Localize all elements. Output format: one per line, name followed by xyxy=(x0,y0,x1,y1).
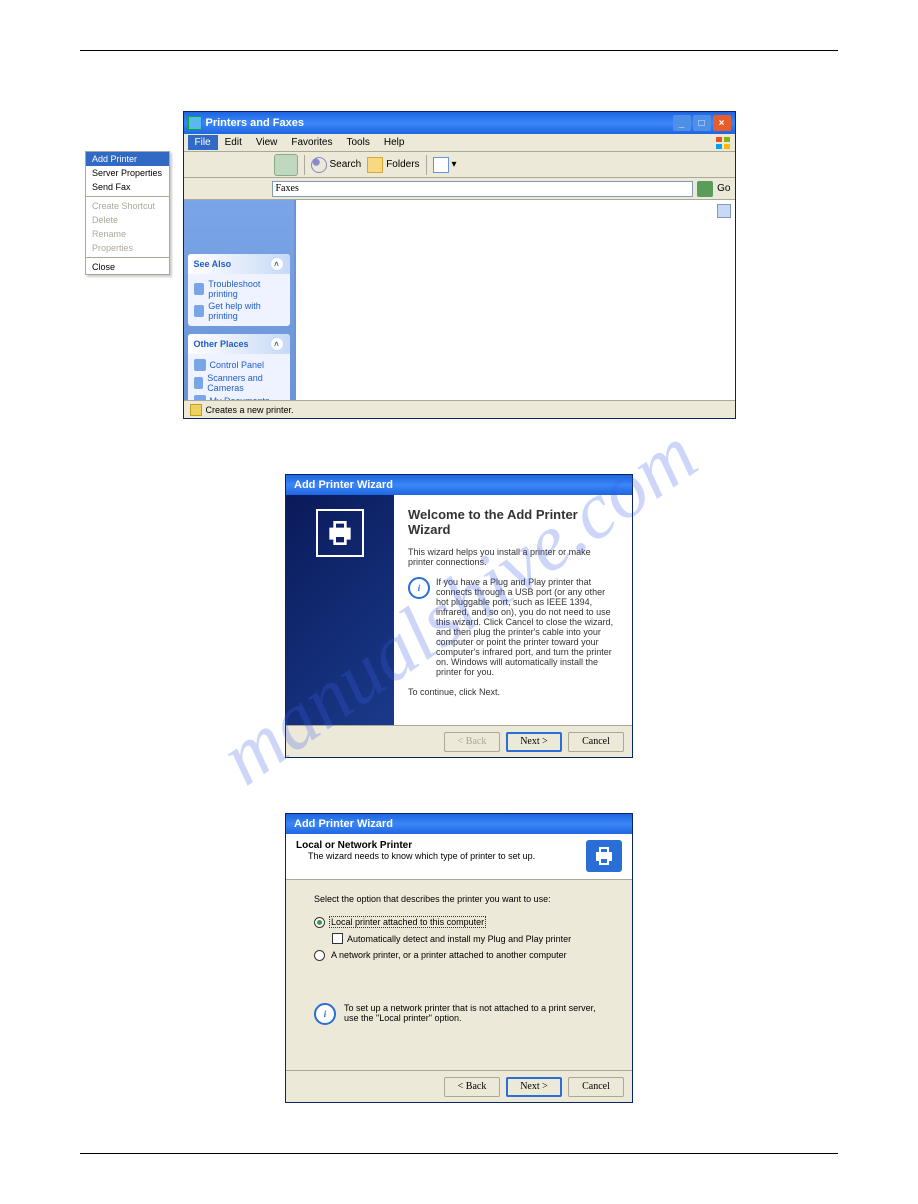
status-bar: Creates a new printer. xyxy=(184,400,735,418)
checkbox-icon xyxy=(332,933,343,944)
views-button[interactable]: ▾ xyxy=(433,157,457,173)
folder-icon xyxy=(367,157,383,173)
document-page: manualshive.com Printers and Faxes _ □ ×… xyxy=(0,0,918,1204)
checkbox-auto-label: Automatically detect and install my Plug… xyxy=(347,934,571,944)
help-icon xyxy=(194,283,205,295)
menu-add-printer[interactable]: Add Printer xyxy=(86,152,169,166)
radio-local-printer[interactable]: Local printer attached to this computer xyxy=(314,914,604,930)
wizard-continue: To continue, click Next. xyxy=(408,687,618,697)
link-scanners[interactable]: Scanners and Cameras xyxy=(194,372,284,394)
scroll-up-button[interactable] xyxy=(717,204,731,218)
search-button[interactable]: Search xyxy=(311,157,362,173)
info-icon: i xyxy=(408,577,430,599)
screenshot-wizard-welcome: Add Printer Wizard Welcome to the Add Pr… xyxy=(285,474,633,758)
radio-network-label: A network printer, or a printer attached… xyxy=(329,949,569,961)
screenshot-wizard-local-network: Add Printer Wizard Local or Network Prin… xyxy=(285,813,633,1103)
menu-delete: Delete xyxy=(86,213,169,227)
menu-properties: Properties xyxy=(86,241,169,255)
help-icon xyxy=(194,305,205,317)
menu-rename: Rename xyxy=(86,227,169,241)
status-text: Creates a new printer. xyxy=(206,405,294,415)
window-title: Printers and Faxes xyxy=(206,117,673,129)
menu-close[interactable]: Close xyxy=(86,260,169,274)
printer-icon xyxy=(190,404,202,416)
radio-icon xyxy=(314,950,325,961)
xp-logo-icon xyxy=(715,136,731,150)
menu-view[interactable]: View xyxy=(249,135,285,150)
radio-network-printer[interactable]: A network printer, or a printer attached… xyxy=(314,947,604,963)
subheader-title: Local or Network Printer xyxy=(296,840,586,851)
see-also-header[interactable]: See Also˄ xyxy=(188,254,290,274)
address-bar: Go xyxy=(184,178,735,200)
next-button[interactable]: Next > xyxy=(506,1077,562,1097)
other-places-panel: Other Places˄ Control Panel Scanners and… xyxy=(188,334,290,400)
wizard-titlebar[interactable]: Add Printer Wizard xyxy=(286,814,632,834)
menu-server-properties[interactable]: Server Properties xyxy=(86,166,169,180)
menu-create-shortcut: Create Shortcut xyxy=(86,199,169,213)
link-my-documents[interactable]: My Documents xyxy=(194,394,284,400)
window-titlebar[interactable]: Printers and Faxes _ □ × xyxy=(184,112,735,134)
menu-file[interactable]: File xyxy=(188,135,218,150)
cancel-button[interactable]: Cancel xyxy=(568,732,624,752)
bottom-rule xyxy=(80,1153,838,1154)
folders-button[interactable]: Folders xyxy=(367,157,419,173)
printer-icon xyxy=(586,840,622,872)
prompt-text: Select the option that describes the pri… xyxy=(314,894,604,904)
printer-icon xyxy=(316,509,364,557)
control-panel-icon xyxy=(194,359,206,371)
documents-icon xyxy=(194,395,206,400)
menu-favorites[interactable]: Favorites xyxy=(284,135,339,150)
scanner-icon xyxy=(194,377,204,389)
wizard-info-text: If you have a Plug and Play printer that… xyxy=(436,577,618,677)
link-troubleshoot[interactable]: Troubleshoot printing xyxy=(194,278,284,300)
wizard-titlebar[interactable]: Add Printer Wizard xyxy=(286,475,632,495)
link-get-help[interactable]: Get help with printing xyxy=(194,300,284,322)
address-input[interactable] xyxy=(272,181,694,197)
cancel-button[interactable]: Cancel xyxy=(568,1077,624,1097)
other-places-header[interactable]: Other Places˄ xyxy=(188,334,290,354)
back-button[interactable]: < Back xyxy=(444,1077,500,1097)
checkbox-auto-detect[interactable]: Automatically detect and install my Plug… xyxy=(314,930,604,947)
back-button: < Back xyxy=(444,732,500,752)
radio-icon xyxy=(314,917,325,928)
menu-help[interactable]: Help xyxy=(377,135,412,150)
chevron-up-icon: ˄ xyxy=(270,337,284,351)
top-rule xyxy=(80,50,838,51)
views-icon xyxy=(433,157,449,173)
menu-send-fax[interactable]: Send Fax xyxy=(86,180,169,194)
radio-local-label: Local printer attached to this computer xyxy=(329,916,486,928)
wizard-button-row: < Back Next > Cancel xyxy=(286,1070,632,1102)
close-button[interactable]: × xyxy=(713,115,731,131)
wizard-heading: Welcome to the Add Printer Wizard xyxy=(408,507,618,537)
subheader-subtitle: The wizard needs to know which type of p… xyxy=(296,851,586,861)
printer-folder-icon xyxy=(188,116,202,130)
search-icon xyxy=(311,157,327,173)
menu-edit[interactable]: Edit xyxy=(218,135,249,150)
minimize-button[interactable]: _ xyxy=(673,115,691,131)
toolbar: Search Folders ▾ xyxy=(184,152,735,178)
info-icon: i xyxy=(314,1003,336,1025)
file-dropdown-menu: Add Printer Server Properties Send Fax C… xyxy=(85,151,170,275)
wizard-button-row: < Back Next > Cancel xyxy=(286,725,632,757)
content-area xyxy=(294,200,735,400)
link-control-panel[interactable]: Control Panel xyxy=(194,358,284,372)
menu-bar: File Edit View Favorites Tools Help xyxy=(184,134,735,152)
wizard-subheader: Local or Network Printer The wizard need… xyxy=(286,834,632,880)
go-label: Go xyxy=(717,183,730,194)
next-button[interactable]: Next > xyxy=(506,732,562,752)
wizard-intro: This wizard helps you install a printer … xyxy=(408,547,618,567)
screenshot-printers-faxes: Printers and Faxes _ □ × File Edit View … xyxy=(80,111,838,419)
menu-tools[interactable]: Tools xyxy=(339,135,376,150)
maximize-button[interactable]: □ xyxy=(693,115,711,131)
up-button[interactable] xyxy=(274,154,298,176)
task-pane: See Also˄ Troubleshoot printing Get help… xyxy=(184,200,294,400)
see-also-panel: See Also˄ Troubleshoot printing Get help… xyxy=(188,254,290,326)
go-button[interactable] xyxy=(697,181,713,197)
chevron-up-icon: ˄ xyxy=(270,257,284,271)
info-text: To set up a network printer that is not … xyxy=(344,1003,604,1025)
wizard-sidebar-image xyxy=(286,495,394,725)
